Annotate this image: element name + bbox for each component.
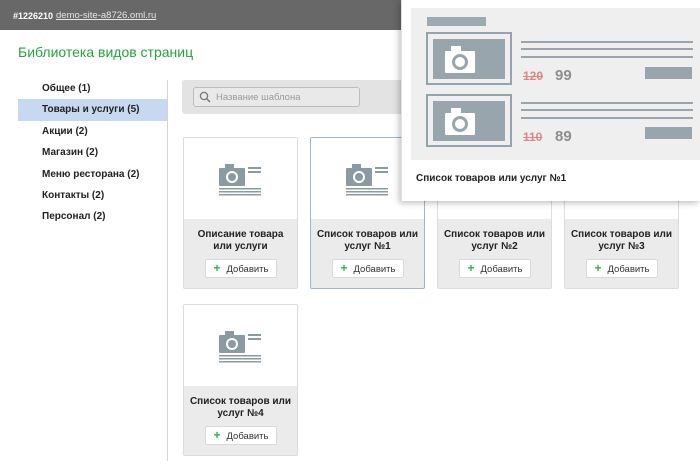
sidebar-divider bbox=[167, 80, 168, 461]
old-price: 110 bbox=[523, 130, 543, 144]
add-button[interactable]: + Добавить bbox=[205, 426, 277, 445]
template-name: Список товаров или услуг №3 bbox=[570, 229, 673, 252]
add-button-label: Добавить bbox=[353, 264, 396, 275]
sidebar: Общее (1) Товары и услуги (5) Акции (2) … bbox=[18, 78, 168, 228]
add-button[interactable]: + Добавить bbox=[586, 259, 658, 278]
sidebar-item-shop[interactable]: Магазин (2) bbox=[18, 142, 168, 163]
site-id: #1226210 bbox=[13, 11, 54, 21]
camera-icon bbox=[219, 164, 261, 196]
page-title: Библиотека видов страниц bbox=[18, 44, 194, 60]
template-card[interactable]: Описание товара или услуги + Добавить bbox=[183, 137, 298, 289]
template-name: Список товаров или услуг №1 bbox=[316, 229, 419, 252]
plus-icon: + bbox=[594, 261, 602, 275]
template-thumbnail bbox=[184, 305, 297, 386]
search-field[interactable] bbox=[193, 87, 360, 107]
add-button[interactable]: + Добавить bbox=[459, 259, 531, 278]
preview-title: Список товаров или услуг №1 bbox=[416, 173, 567, 184]
add-button[interactable]: + Добавить bbox=[332, 259, 404, 278]
new-price: 99 bbox=[555, 67, 572, 84]
add-button-label: Добавить bbox=[607, 264, 650, 275]
plus-icon: + bbox=[340, 261, 348, 275]
template-name: Описание товара или услуги bbox=[197, 229, 284, 252]
camera-icon bbox=[346, 164, 388, 196]
sidebar-item-products[interactable]: Товары и услуги (5) bbox=[18, 99, 168, 121]
add-button[interactable]: + Добавить bbox=[205, 259, 277, 278]
new-price: 89 bbox=[555, 128, 572, 145]
plus-icon: + bbox=[213, 428, 221, 442]
add-button-label: Добавить bbox=[226, 264, 269, 275]
search-icon bbox=[199, 91, 211, 103]
plus-icon: + bbox=[467, 261, 475, 275]
sidebar-item-restaurant-menu[interactable]: Меню ресторана (2) bbox=[18, 164, 168, 185]
template-name: Список товаров или услуг №4 bbox=[189, 396, 292, 419]
sidebar-item-contacts[interactable]: Контакты (2) bbox=[18, 185, 168, 206]
sidebar-item-staff[interactable]: Персонал (2) bbox=[18, 206, 168, 227]
preview-image: 120 99 110 89 bbox=[411, 8, 700, 160]
template-thumbnail bbox=[184, 138, 297, 219]
template-card[interactable]: Список товаров или услуг №4 + Добавить bbox=[183, 304, 298, 456]
search-input[interactable] bbox=[216, 88, 356, 106]
old-price: 120 bbox=[523, 69, 544, 83]
add-button-label: Добавить bbox=[480, 264, 523, 275]
site-link[interactable]: demo-site-a8726.oml.ru bbox=[56, 10, 156, 21]
template-name: Список товаров или услуг №2 bbox=[443, 229, 546, 252]
sidebar-item-general[interactable]: Общее (1) bbox=[18, 78, 168, 99]
template-preview-popup: 120 99 110 89 Список товаров или услуг №… bbox=[401, 0, 700, 201]
add-button-label: Добавить bbox=[226, 431, 269, 442]
sidebar-item-promotions[interactable]: Акции (2) bbox=[18, 121, 168, 142]
plus-icon: + bbox=[213, 261, 221, 275]
camera-icon bbox=[219, 331, 261, 363]
